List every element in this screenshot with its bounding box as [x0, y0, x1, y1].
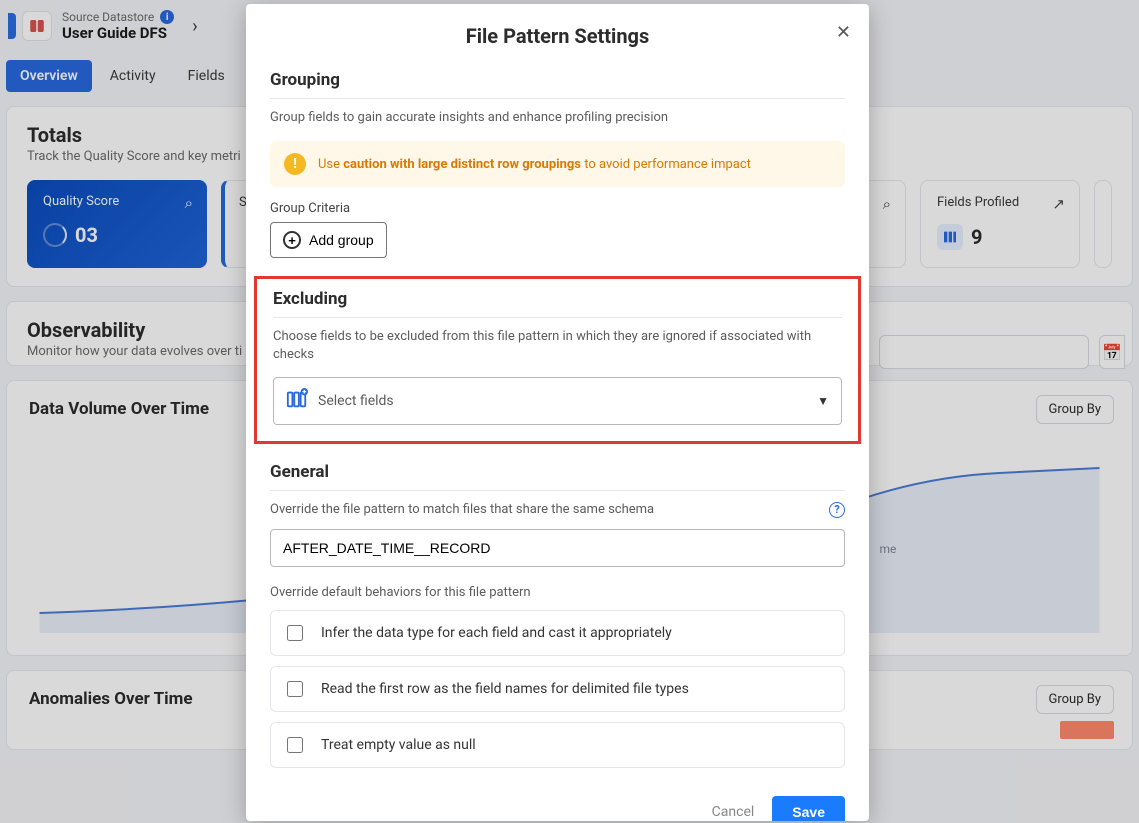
calendar-icon[interactable]: 📅	[1099, 335, 1125, 369]
external-link-icon[interactable]: ↗	[1052, 195, 1065, 213]
breadcrumb-subtitle: Source Datastore	[62, 10, 154, 24]
anomaly-bar	[1060, 721, 1114, 739]
quality-value: 03	[75, 223, 98, 247]
tab-activity[interactable]: Activity	[96, 60, 170, 92]
grouping-desc: Group fields to gain accurate insights a…	[270, 109, 845, 127]
columns-icon	[937, 224, 963, 250]
option-empty-as-null[interactable]: Treat empty value as null	[270, 722, 845, 768]
checkbox-empty-as-null[interactable]	[287, 737, 303, 753]
option-infer-type[interactable]: Infer the data type for each field and c…	[270, 610, 845, 656]
search-icon[interactable]: ⌕	[185, 194, 193, 212]
chevron-down-icon: ▼	[817, 394, 829, 408]
card-quality-score[interactable]: Quality Score ⌕ 03	[27, 180, 207, 268]
group-criteria-label: Group Criteria	[270, 201, 845, 216]
chevron-right-icon[interactable]: ›	[192, 16, 197, 37]
close-icon[interactable]: ✕	[836, 22, 851, 43]
modal-actions: Cancel Save	[270, 796, 845, 821]
select-fields-placeholder: Select fields	[318, 393, 394, 409]
grouping-heading: Grouping	[270, 70, 845, 90]
date-range-input[interactable]	[879, 335, 1089, 369]
plus-icon: +	[283, 231, 301, 249]
checkbox-infer-type[interactable]	[287, 625, 303, 641]
general-section: General Override the file pattern to mat…	[270, 462, 845, 768]
warning-icon: !	[284, 153, 306, 175]
label-infer-type: Infer the data type for each field and c…	[321, 625, 672, 641]
breadcrumb-title: User Guide DFS	[62, 24, 174, 42]
card-edge[interactable]	[1094, 180, 1112, 268]
general-desc: Override the file pattern to match files…	[270, 501, 654, 519]
quality-label: Quality Score	[43, 194, 191, 209]
excluding-section-highlighted: Excluding Choose fields to be excluded f…	[254, 276, 861, 443]
excluding-desc: Choose fields to be excluded from this f…	[273, 328, 842, 364]
label-first-row-header: Read the first row as the field names fo…	[321, 681, 689, 697]
breadcrumb-tag	[8, 13, 16, 39]
excluding-heading: Excluding	[273, 289, 842, 309]
help-icon[interactable]: ?	[829, 502, 845, 518]
group-by-dropdown[interactable]: Group By	[1036, 395, 1115, 424]
tab-overview[interactable]: Overview	[6, 60, 92, 92]
progress-ring-icon	[43, 223, 67, 247]
label-empty-as-null: Treat empty value as null	[321, 737, 476, 753]
columns-add-icon	[286, 388, 308, 414]
datastore-icon	[22, 11, 52, 41]
option-first-row-header[interactable]: Read the first row as the field names fo…	[270, 666, 845, 712]
card-fields-profiled[interactable]: Fields Profiled ↗ 9	[920, 180, 1080, 268]
warning-text: Use caution with large distinct row grou…	[318, 157, 751, 172]
modal-title: File Pattern Settings	[270, 24, 845, 48]
checkbox-first-row-header[interactable]	[287, 681, 303, 697]
grouping-section: Grouping Group fields to gain accurate i…	[270, 70, 845, 258]
general-heading: General	[270, 462, 845, 482]
fields-value: 9	[971, 225, 982, 249]
save-button[interactable]: Save	[772, 796, 845, 821]
select-fields-dropdown[interactable]: Select fields ▼	[273, 377, 842, 425]
file-pattern-settings-modal: ✕ File Pattern Settings Grouping Group f…	[246, 4, 869, 821]
file-pattern-input[interactable]	[270, 529, 845, 567]
info-icon[interactable]: i	[160, 10, 174, 24]
cancel-button[interactable]: Cancel	[712, 804, 755, 820]
group-by-dropdown[interactable]: Group By	[1036, 685, 1115, 714]
override-label: Override default behaviors for this file…	[270, 585, 845, 600]
tab-fields[interactable]: Fields	[174, 60, 239, 92]
add-group-button[interactable]: + Add group	[270, 222, 387, 258]
warning-banner: ! Use caution with large distinct row gr…	[270, 141, 845, 187]
search-icon[interactable]: ⌕	[883, 195, 891, 213]
fields-label: Fields Profiled	[937, 195, 1063, 210]
add-group-label: Add group	[309, 232, 374, 248]
